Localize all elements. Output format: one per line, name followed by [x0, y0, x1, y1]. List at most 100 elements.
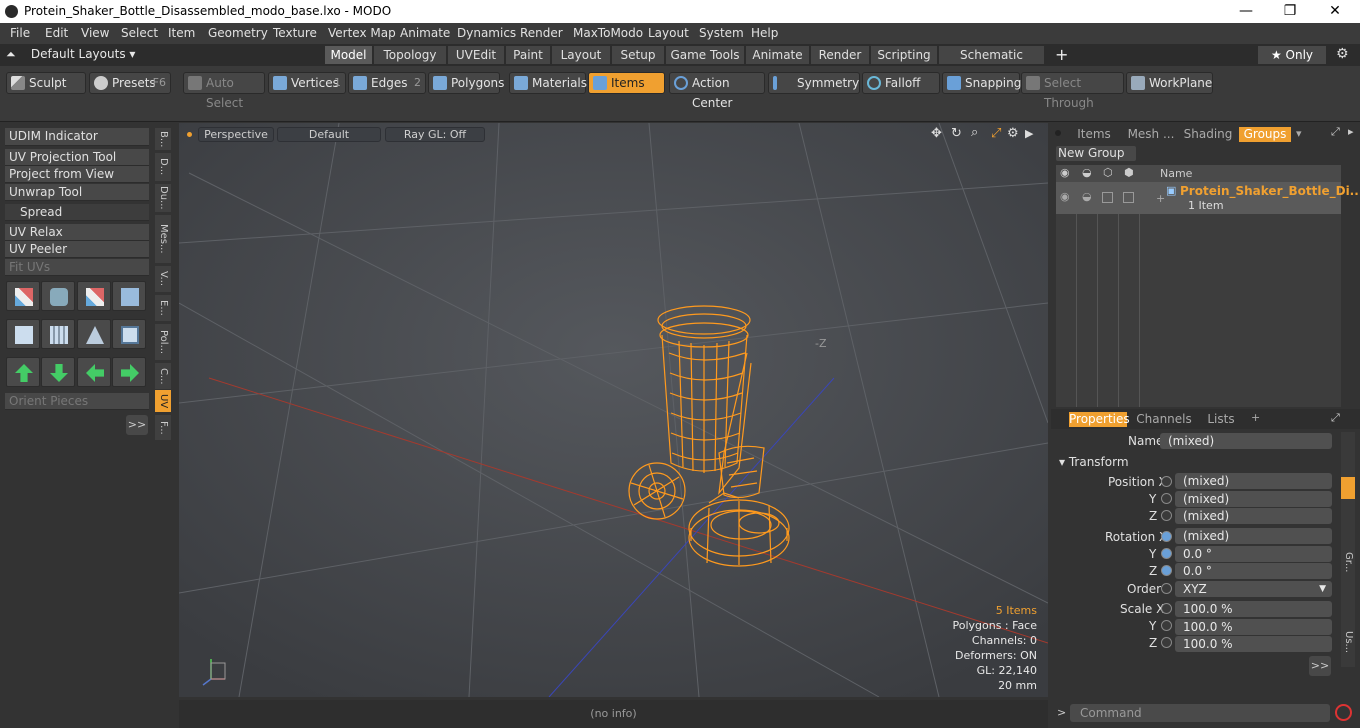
tab-properties[interactable]: Properties: [1069, 412, 1130, 427]
items-button[interactable]: Items: [588, 72, 665, 94]
row-select-checkbox[interactable]: [1123, 192, 1134, 203]
maximize-button[interactable]: ❐: [1275, 1, 1305, 21]
align-up-button[interactable]: [6, 357, 40, 387]
tabs-dropdown-icon[interactable]: ▾: [1296, 127, 1302, 140]
menu-item[interactable]: Item: [168, 26, 195, 40]
group-row[interactable]: ◉ ◒ + ▣ Protein_Shaker_Bottle_Di... 1 It…: [1056, 182, 1360, 214]
expand-tools-button[interactable]: >>: [126, 415, 148, 435]
udim-indicator-button[interactable]: UDIM Indicator: [5, 128, 149, 146]
menu-dynamics[interactable]: Dynamics: [457, 26, 516, 40]
align-down-button[interactable]: [41, 357, 75, 387]
menu-maxtomodo[interactable]: MaxToModo: [573, 26, 643, 40]
minimize-button[interactable]: —: [1231, 1, 1261, 21]
position-y-field[interactable]: (mixed): [1175, 491, 1332, 507]
rotation-z-anim-icon[interactable]: [1161, 565, 1172, 576]
menu-system[interactable]: System: [699, 26, 744, 40]
scale-z-field[interactable]: 100.0 %: [1175, 636, 1332, 652]
vtab-c[interactable]: C...: [155, 363, 171, 389]
position-y-anim-icon[interactable]: [1161, 493, 1172, 504]
row-render-icon[interactable]: ◒: [1082, 190, 1092, 203]
vtab-b[interactable]: B...: [155, 128, 171, 150]
scale-z-anim-icon[interactable]: [1161, 637, 1172, 648]
tab-topology[interactable]: Topology: [374, 46, 447, 64]
vtab-mesh[interactable]: Mes...: [155, 215, 171, 263]
vtab-d[interactable]: D...: [155, 153, 171, 181]
uv-peeler-button[interactable]: UV Peeler: [5, 241, 149, 258]
sculpt-button[interactable]: Sculpt: [6, 72, 86, 94]
lock-column-icon[interactable]: ⬡: [1103, 166, 1113, 179]
menu-texture[interactable]: Texture: [273, 26, 317, 40]
menu-vertex-map[interactable]: Vertex Map: [328, 26, 396, 40]
command-input[interactable]: Command: [1070, 704, 1330, 722]
zoom-icon[interactable]: ⌕: [971, 125, 978, 140]
group-name[interactable]: Protein_Shaker_Bottle_Di...: [1180, 184, 1360, 198]
rotation-x-anim-icon[interactable]: [1161, 531, 1172, 542]
name-field[interactable]: (mixed): [1160, 433, 1332, 449]
tab-render[interactable]: Render: [811, 46, 870, 64]
menu-select[interactable]: Select: [121, 26, 158, 40]
menu-file[interactable]: File: [10, 26, 30, 40]
only-toggle[interactable]: ★ Only: [1258, 46, 1326, 64]
rotation-z-field[interactable]: 0.0 °: [1175, 563, 1332, 579]
position-z-field[interactable]: (mixed): [1175, 508, 1332, 524]
record-macro-icon[interactable]: [1335, 704, 1352, 721]
shading-default-button[interactable]: Default: [277, 127, 381, 142]
menu-edit[interactable]: Edit: [45, 26, 68, 40]
select-through-button[interactable]: Select Through: [1021, 72, 1124, 110]
side-tab-gr[interactable]: Gr...: [1341, 542, 1355, 582]
scale-x-anim-icon[interactable]: [1161, 603, 1172, 614]
materials-button[interactable]: Materials: [509, 72, 587, 94]
tab-uvedit[interactable]: UVEdit: [448, 46, 505, 64]
tab-animate[interactable]: Animate: [746, 46, 810, 64]
rotation-x-field[interactable]: (mixed): [1175, 528, 1332, 544]
uv-pyramid-button[interactable]: [77, 319, 111, 349]
uv-transform-button[interactable]: [112, 281, 146, 311]
tab-shading[interactable]: Shading: [1181, 127, 1235, 142]
uv-cube-button[interactable]: [6, 319, 40, 349]
scale-y-field[interactable]: 100.0 %: [1175, 619, 1332, 635]
expand-group-icon[interactable]: +: [1156, 192, 1165, 205]
position-x-anim-icon[interactable]: [1161, 476, 1172, 487]
edges-button[interactable]: Edges 2: [348, 72, 426, 94]
rotation-y-anim-icon[interactable]: [1161, 548, 1172, 559]
viewport-menu-icon[interactable]: ▶: [1025, 127, 1033, 140]
tab-channels[interactable]: Channels: [1135, 412, 1193, 427]
align-left-button[interactable]: [77, 357, 111, 387]
fit-view-icon[interactable]: ⤢: [991, 126, 1001, 141]
menu-render[interactable]: Render: [520, 26, 563, 40]
expand-properties-icon[interactable]: ⤢: [1331, 411, 1340, 425]
presets-button[interactable]: Presets F6: [89, 72, 171, 94]
align-right-button[interactable]: [112, 357, 146, 387]
vtab-v[interactable]: V...: [155, 266, 171, 292]
position-z-anim-icon[interactable]: [1161, 510, 1172, 521]
expand-properties-button[interactable]: >>: [1309, 656, 1331, 676]
new-group-button[interactable]: New Group: [1056, 146, 1136, 161]
uv-rotate-button[interactable]: [41, 281, 75, 311]
default-layouts-dropdown[interactable]: ⏶ Default Layouts ▾: [6, 47, 135, 62]
menu-view[interactable]: View: [81, 26, 109, 40]
uv-projection-tool-button[interactable]: UV Projection Tool: [5, 149, 149, 166]
orient-pieces-button[interactable]: Orient Pieces: [5, 393, 149, 410]
tab-scripting[interactable]: Scripting: [871, 46, 938, 64]
row-visibility-icon[interactable]: ◉: [1060, 190, 1070, 203]
vtab-uv[interactable]: UV: [155, 390, 171, 412]
panel-menu-icon[interactable]: ▸: [1348, 125, 1354, 138]
fit-uvs-button[interactable]: Fit UVs: [5, 259, 149, 276]
viewport-settings-icon[interactable]: ⚙: [1007, 126, 1019, 141]
symmetry-button[interactable]: Symmetry: [768, 72, 860, 94]
tab-items[interactable]: Items: [1067, 127, 1121, 142]
polygons-button[interactable]: Polygons: [428, 72, 504, 94]
menu-animate[interactable]: Animate: [400, 26, 450, 40]
vtab-du[interactable]: Du...: [155, 184, 171, 212]
menu-layout[interactable]: Layout: [648, 26, 689, 40]
action-center-button[interactable]: Action Center: [669, 72, 765, 110]
uv-grid-button[interactable]: [41, 319, 75, 349]
order-dropdown[interactable]: XYZ ▼: [1175, 581, 1332, 597]
tab-lists[interactable]: Lists: [1201, 412, 1241, 427]
falloff-button[interactable]: Falloff: [862, 72, 940, 94]
tab-layout[interactable]: Layout: [552, 46, 611, 64]
close-button[interactable]: ✕: [1320, 1, 1350, 21]
raygl-button[interactable]: Ray GL: Off: [385, 127, 485, 142]
tab-schematic-fusion[interactable]: Schematic Fusion: [939, 46, 1045, 80]
spread-section[interactable]: Spread: [5, 204, 149, 221]
